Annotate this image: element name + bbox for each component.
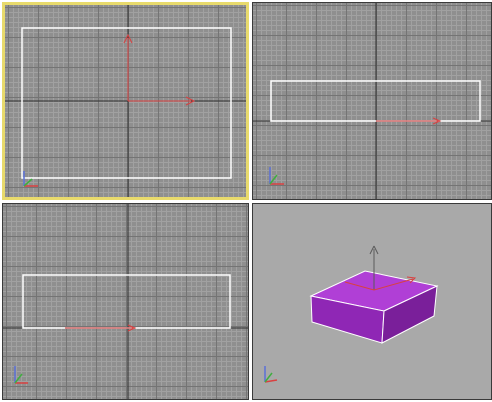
- viewport-perspective-canvas: [264, 245, 439, 383]
- viewport-layout: [0, 0, 492, 402]
- viewport-front-canvas: [253, 3, 491, 199]
- viewport-front[interactable]: [252, 2, 492, 200]
- viewport-top-canvas: [5, 5, 246, 197]
- viewport-top[interactable]: [2, 2, 249, 200]
- viewport-left-canvas: [3, 204, 248, 399]
- move-gizmo-icon[interactable]: [376, 117, 442, 125]
- axis-tripod-icon: [14, 366, 28, 384]
- axis-tripod-icon: [269, 167, 284, 185]
- object-outline[interactable]: [21, 27, 232, 179]
- viewport-perspective[interactable]: [252, 203, 492, 400]
- object-outline[interactable]: [22, 274, 231, 329]
- move-gizmo-icon[interactable]: [65, 324, 137, 332]
- axis-tripod-icon: [264, 366, 278, 383]
- viewport-left[interactable]: [2, 203, 249, 400]
- move-gizmo-icon[interactable]: [123, 33, 196, 106]
